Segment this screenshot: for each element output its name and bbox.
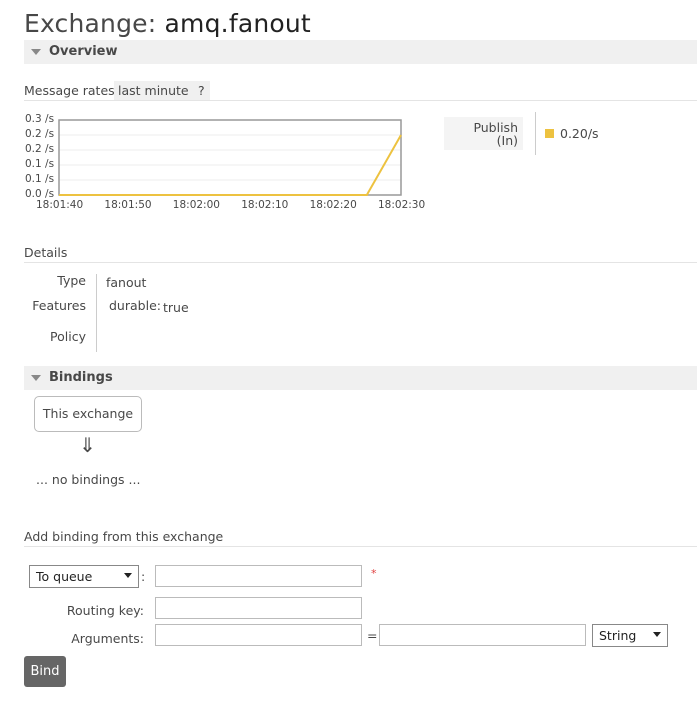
bindings-section-header[interactable]: Bindings [24, 366, 697, 390]
chart-frame [58, 119, 402, 196]
y-tick-label: 0.2 /s [25, 128, 55, 140]
legend-value: 0.20/s [560, 126, 599, 141]
details-separator [96, 274, 97, 352]
x-tick-label: 18:01:40 [36, 199, 84, 211]
destination-name-input[interactable] [155, 565, 362, 587]
arguments-label: Arguments: [71, 631, 144, 646]
x-tick-label: 18:02:00 [172, 199, 220, 211]
legend-separator [535, 112, 536, 155]
y-tick-label: 0.1 /s [25, 173, 55, 185]
x-tick-label: 18:02:20 [309, 199, 357, 211]
features-label: Features [32, 298, 86, 313]
chart-svg [58, 119, 402, 196]
type-label: Type [57, 273, 86, 288]
add-binding-heading: Add binding from this exchange [24, 529, 224, 544]
policy-label: Policy [50, 329, 86, 344]
durable-key: durable: [109, 298, 161, 313]
destination-type-value: To queue [36, 569, 93, 584]
legend-label-line2: (In) [496, 133, 518, 148]
destination-colon: : [141, 569, 146, 584]
chevron-down-icon [653, 632, 661, 637]
equals-sign: = [367, 628, 378, 643]
legend-publish-in: Publish (In) [444, 117, 523, 150]
chevron-down-icon [124, 573, 132, 578]
bind-button[interactable]: Bind [24, 656, 66, 687]
durable-value: true [163, 300, 189, 315]
collapse-triangle-icon [31, 375, 41, 381]
argument-value-input[interactable] [379, 624, 586, 646]
y-tick-label: 0.1 /s [25, 158, 55, 170]
legend-swatch [545, 129, 554, 138]
x-tick-label: 18:02:10 [241, 199, 289, 211]
x-tick-label: 18:02:30 [378, 199, 426, 211]
argument-type-select[interactable]: String [592, 624, 668, 647]
bindings-section-label: Bindings [49, 370, 113, 385]
routing-key-input[interactable] [155, 597, 362, 619]
chart-grid [59, 119, 401, 196]
no-bindings-text: ... no bindings ... [36, 472, 141, 487]
y-tick-label: 0.2 /s [25, 143, 55, 155]
routing-key-label: Routing key: [66, 603, 144, 618]
argument-type-value: String [599, 628, 637, 643]
down-double-arrow-icon: ⇓ [79, 433, 96, 457]
y-tick-label: 0.3 /s [25, 113, 55, 125]
this-exchange-node: This exchange [34, 396, 142, 432]
type-value: fanout [106, 275, 147, 290]
divider [24, 262, 697, 263]
details-heading: Details [24, 245, 68, 260]
legend-label-line1: Publish [473, 120, 518, 135]
argument-key-input[interactable] [155, 624, 362, 646]
required-marker: * [371, 567, 377, 580]
divider [24, 546, 697, 547]
x-tick-label: 18:01:50 [104, 199, 152, 211]
destination-type-select[interactable]: To queue [29, 565, 139, 588]
